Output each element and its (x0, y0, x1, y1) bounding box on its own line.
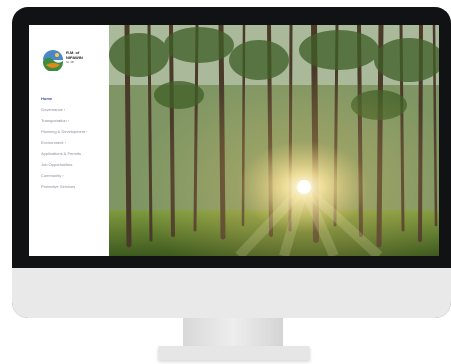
monitor-chin (12, 268, 451, 318)
nav-item-environment[interactable]: Environment › (41, 141, 87, 145)
nav-item-applications-permits[interactable]: Applications & Permits (41, 152, 87, 156)
sidebar: R.M. of NIPAWIN No. 487 Home Governance … (29, 25, 109, 256)
main-navigation: Home Governance › Transportation › Plann… (41, 97, 87, 196)
logo-text: R.M. of NIPAWIN No. 487 (66, 50, 83, 65)
nav-item-job-opportunities[interactable]: Job Opportunities (41, 163, 87, 167)
forest-illustration (109, 25, 439, 256)
site-logo[interactable]: R.M. of NIPAWIN No. 487 (42, 49, 98, 71)
logo-subtitle: No. 487 (66, 61, 75, 64)
nav-item-home[interactable]: Home (41, 97, 87, 101)
nav-item-community[interactable]: Community › (41, 174, 87, 178)
sun-glow (297, 180, 311, 194)
hero-forest-image (109, 25, 439, 256)
logo-emblem-icon (43, 50, 63, 71)
nav-item-governance[interactable]: Governance › (41, 108, 87, 112)
nav-item-protective-services[interactable]: Protective Services (41, 185, 87, 189)
nav-item-transportation[interactable]: Transportation › (41, 119, 87, 123)
monitor-stand-base (158, 346, 310, 360)
monitor-screen: R.M. of NIPAWIN No. 487 Home Governance … (29, 25, 439, 256)
nav-item-planning-development[interactable]: Planning & Development › (41, 130, 87, 134)
